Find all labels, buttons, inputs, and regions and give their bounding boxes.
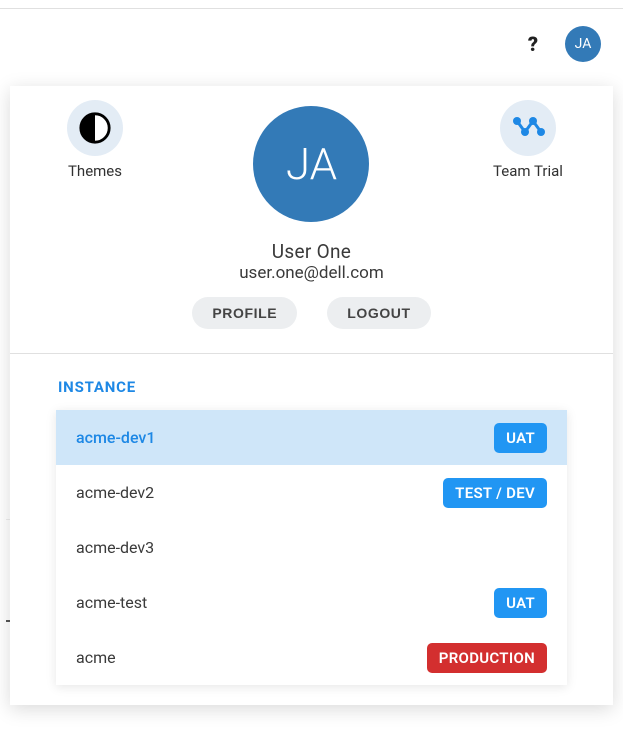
env-badge: PRODUCTION [427,643,547,673]
env-badge: UAT [494,588,547,618]
instance-row[interactable]: acme-testUAT [56,575,567,630]
popover-top: Themes JA User One user.one@dell.com PRO… [10,86,613,353]
instance-name: acme-test [76,593,494,612]
env-badge: TEST / DEV [443,478,547,508]
topbar: ? JA [0,8,623,78]
instance-name: acme-dev1 [76,428,494,447]
avatar-small[interactable]: JA [565,26,601,62]
nodes-icon [500,100,556,156]
profile-button[interactable]: PROFILE [192,297,297,329]
instance-name: acme-dev2 [76,483,443,502]
instance-name: acme [76,648,427,667]
user-popover: Themes JA User One user.one@dell.com PRO… [10,86,613,705]
contrast-icon [67,100,123,156]
user-email: user.one@dell.com [239,263,384,283]
instance-row[interactable]: acmePRODUCTION [56,630,567,685]
themes-button[interactable]: Themes [50,100,140,180]
user-actions: PROFILE LOGOUT [192,297,430,329]
instance-name: acme-dev3 [76,538,547,557]
instance-list: acme-dev1UATacme-dev2TEST / DEVacme-dev3… [56,410,567,685]
avatar-large: JA [253,106,369,222]
instance-section-label: INSTANCE [10,354,613,410]
team-trial-button[interactable]: Team Trial [483,100,573,180]
instance-row[interactable]: acme-dev1UAT [56,410,567,465]
instance-row[interactable]: acme-dev3 [56,520,567,575]
user-display-name: User One [272,240,351,263]
logout-button[interactable]: LOGOUT [327,297,430,329]
team-trial-label: Team Trial [493,162,563,180]
instance-row[interactable]: acme-dev2TEST / DEV [56,465,567,520]
help-icon[interactable]: ? [517,28,549,60]
env-badge: UAT [494,423,547,453]
themes-label: Themes [68,162,122,180]
user-center: JA User One user.one@dell.com PROFILE LO… [192,100,430,343]
